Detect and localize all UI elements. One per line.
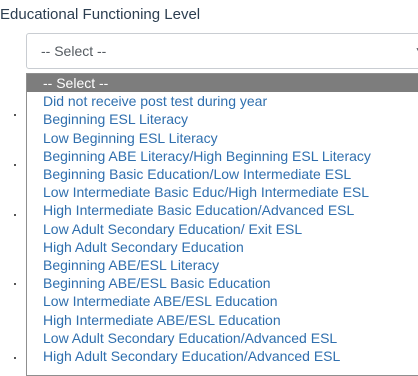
background-mark	[14, 357, 16, 359]
dropdown-option[interactable]: Low Intermediate Basic Educ/High Interme…	[27, 183, 418, 201]
field-label: Educational Functioning Level	[0, 6, 201, 23]
background-mark	[14, 114, 16, 116]
dropdown-option[interactable]: Did not receive post test during year	[27, 92, 418, 110]
dropdown-option[interactable]: Low Beginning ESL Literacy	[27, 129, 418, 147]
select-current-value: -- Select --	[41, 43, 107, 59]
dropdown-option[interactable]: High Intermediate ABE/ESL Education	[27, 311, 418, 329]
background-mark	[14, 214, 16, 216]
dropdown-list[interactable]: -- Select -- Did not receive post test d…	[26, 73, 418, 376]
background-mark	[14, 164, 16, 166]
dropdown-option[interactable]: High Adult Secondary Education/Advanced …	[27, 347, 418, 365]
dropdown-option[interactable]: High Adult Secondary Education	[27, 238, 418, 256]
dropdown-option[interactable]: Beginning ESL Literacy	[27, 110, 418, 128]
dropdown-option[interactable]: Beginning ABE/ESL Literacy	[27, 256, 418, 274]
dropdown-option[interactable]: Beginning Basic Education/Low Intermedia…	[27, 165, 418, 183]
dropdown-option[interactable]: High Intermediate Basic Education/Advanc…	[27, 201, 418, 219]
educational-functioning-level-select[interactable]: -- Select -- ▼	[26, 33, 418, 69]
dropdown-option[interactable]: Beginning ABE/ESL Basic Education	[27, 274, 418, 292]
background-mark	[14, 283, 16, 285]
dropdown-option[interactable]: Low Intermediate ABE/ESL Education	[27, 292, 418, 310]
dropdown-option[interactable]: Low Adult Secondary Education/Advanced E…	[27, 329, 418, 347]
dropdown-option[interactable]: -- Select --	[27, 74, 418, 92]
chevron-down-icon[interactable]: ▼	[414, 44, 418, 58]
dropdown-option[interactable]: Beginning ABE Literacy/High Beginning ES…	[27, 147, 418, 165]
dropdown-option[interactable]: Low Adult Secondary Education/ Exit ESL	[27, 220, 418, 238]
form-region: Educational Functioning Level -- Select …	[0, 0, 418, 376]
